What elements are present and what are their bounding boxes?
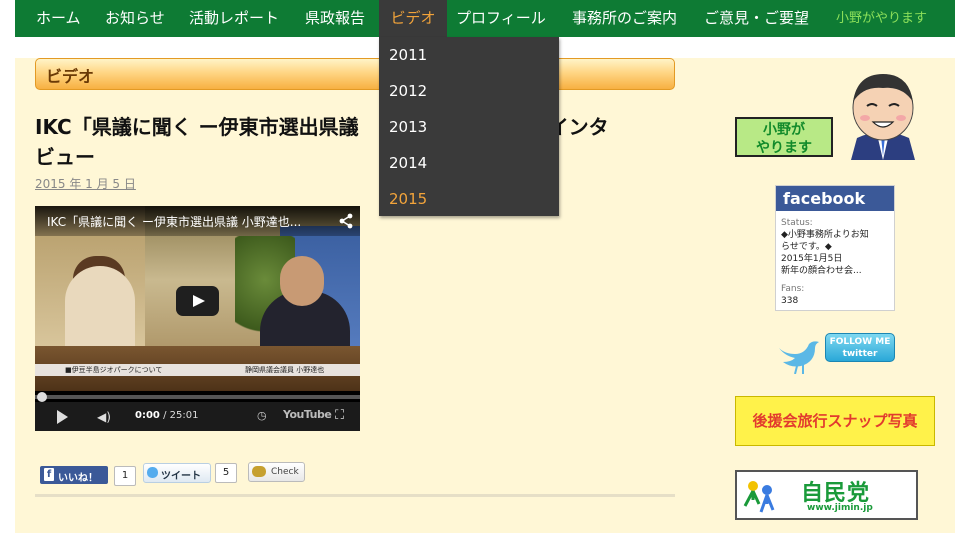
facebook-status-line: 新年の顔合わせ会... — [781, 266, 862, 276]
dropdown-item-2013[interactable]: 2013 — [389, 109, 427, 145]
main-nav: ホーム お知らせ 活動レポート 県政報告 ビデオ プロフィール 事務所のご案内 … — [15, 0, 955, 37]
video-time: 0:00 / 25:01 — [135, 410, 198, 421]
video-guest-head — [280, 256, 324, 306]
facebook-widget[interactable]: facebook Status: ◆小野事務所よりお知 らせです。◆ 2015年… — [775, 185, 895, 311]
nav-item-feedback[interactable]: ご意見・ご要望 — [704, 0, 809, 37]
twitter-follow-banner[interactable]: FOLLOW ME twitter — [775, 330, 897, 376]
fullscreen-icon[interactable]: ⛶ — [335, 408, 344, 423]
play-icon[interactable] — [57, 410, 68, 424]
ono-caricature-icon[interactable] — [843, 68, 923, 160]
dropdown-item-2011[interactable]: 2011 — [389, 37, 427, 73]
nav-item-activity-report[interactable]: 活動レポート — [189, 0, 279, 37]
facebook-f-icon: f — [44, 468, 54, 481]
check-label: Check — [271, 467, 299, 477]
post-title-line2: ビュー — [35, 145, 95, 169]
tweet-button[interactable]: ツイート — [143, 463, 211, 483]
facebook-fans-count: 338 — [781, 296, 799, 306]
tweet-label: ツイート — [161, 471, 201, 482]
ono-badge-line1: 小野が — [763, 122, 805, 138]
post-title-part1: IKC「県議に聞く ー伊東市選出県議 — [35, 115, 359, 139]
section-header: ビデオ — [35, 58, 675, 90]
ono-badge-line2: やります — [756, 140, 812, 156]
video-caption-bar: ■伊豆半島ジオパークについて 静岡県議会議員 小野達也 — [35, 364, 360, 376]
video-caption-right: 静岡県議会議員 小野達也 — [245, 366, 325, 374]
facebook-status-line: らせです。◆ — [781, 242, 832, 252]
twitter-bird-icon — [147, 467, 158, 478]
video-scrubber-handle[interactable] — [37, 392, 47, 402]
video-progress-bar[interactable] — [35, 395, 360, 399]
facebook-status-line: ◆小野事務所よりお知 — [781, 230, 869, 240]
nav-item-news[interactable]: お知らせ — [105, 0, 165, 37]
mixi-icon — [252, 466, 266, 477]
video-controls: ◀) 0:00 / 25:01 ◷ YouTube ⛶ — [35, 402, 360, 431]
nav-item-office[interactable]: 事務所のご案内 — [572, 0, 677, 37]
supporters-trip-photos-button[interactable]: 後援会旅行スナップ写真 — [735, 396, 935, 446]
ldp-banner[interactable]: 自民党 www.jimin.jp — [735, 470, 918, 520]
twitter-follow-badge: FOLLOW ME twitter — [825, 333, 895, 362]
post-date[interactable]: 2015 年 1 月 5 日 — [35, 175, 136, 192]
dropdown-item-2015[interactable]: 2015 — [389, 181, 427, 217]
video-year-dropdown: 2011 2012 2013 2014 2015 — [379, 37, 559, 216]
facebook-status-line: 2015年1月5日 — [781, 254, 843, 264]
ldp-url: www.jimin.jp — [807, 503, 873, 513]
twitter-follow-line1: FOLLOW ME — [829, 337, 891, 347]
divider — [35, 494, 675, 497]
nav-item-home[interactable]: ホーム — [36, 0, 81, 37]
nav-slogan[interactable]: 小野がやります — [836, 0, 927, 37]
like-count: 1 — [114, 466, 136, 486]
facebook-header: facebook — [776, 186, 894, 211]
video-current-time: 0:00 — [135, 410, 160, 421]
twitter-bird-icon — [779, 341, 819, 374]
nav-item-profile[interactable]: プロフィール — [456, 0, 546, 37]
play-button[interactable] — [176, 286, 219, 316]
facebook-like-button[interactable]: f いいね！ — [40, 466, 108, 484]
video-title-bar: IKC「県議に聞く ー伊東市選出県議 小野達也... — [35, 206, 360, 236]
share-icon[interactable] — [338, 213, 354, 229]
youtube-logo[interactable]: YouTube — [283, 408, 332, 421]
video-caption-left: ■伊豆半島ジオパークについて — [65, 366, 163, 374]
section-title: ビデオ — [46, 67, 95, 86]
tweet-count: 5 — [215, 463, 237, 483]
nav-item-prefecture-report[interactable]: 県政報告 — [305, 0, 365, 37]
video-title[interactable]: IKC「県議に聞く ー伊東市選出県議 小野達也... — [47, 213, 327, 230]
volume-icon[interactable]: ◀) — [97, 410, 111, 424]
nav-item-video[interactable]: ビデオ — [379, 0, 447, 37]
video-player[interactable]: ■伊豆半島ジオパークについて 静岡県議会議員 小野達也 IKC「県議に聞く ー伊… — [35, 206, 360, 431]
facebook-status-label: Status: — [781, 218, 813, 228]
mixi-check-button[interactable]: Check — [248, 462, 305, 482]
facebook-fans-label: Fans: — [781, 284, 805, 294]
like-label: いいね！ — [58, 473, 98, 484]
ldp-people-icon — [743, 481, 775, 513]
dropdown-item-2012[interactable]: 2012 — [389, 73, 427, 109]
twitter-follow-line2: twitter — [842, 349, 878, 359]
facebook-status: Status: ◆小野事務所よりお知 らせです。◆ 2015年1月5日 新年の顔… — [781, 217, 891, 307]
clock-icon[interactable]: ◷ — [257, 409, 267, 422]
video-duration: / 25:01 — [163, 410, 199, 421]
dropdown-item-2014[interactable]: 2014 — [389, 145, 427, 181]
ono-slogan-badge[interactable]: 小野が やります — [735, 117, 833, 157]
